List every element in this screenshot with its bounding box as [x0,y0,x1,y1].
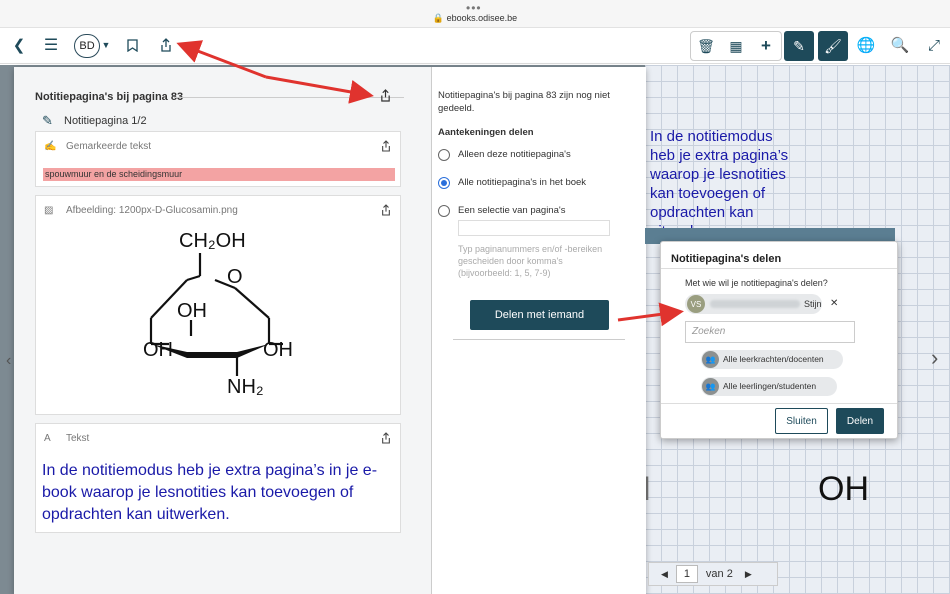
annotation-arrows [176,40,684,327]
arrow-to-recipient [617,302,684,327]
arrow-to-panel-share [265,75,374,104]
arrow-to-toolbar-share [176,40,267,79]
